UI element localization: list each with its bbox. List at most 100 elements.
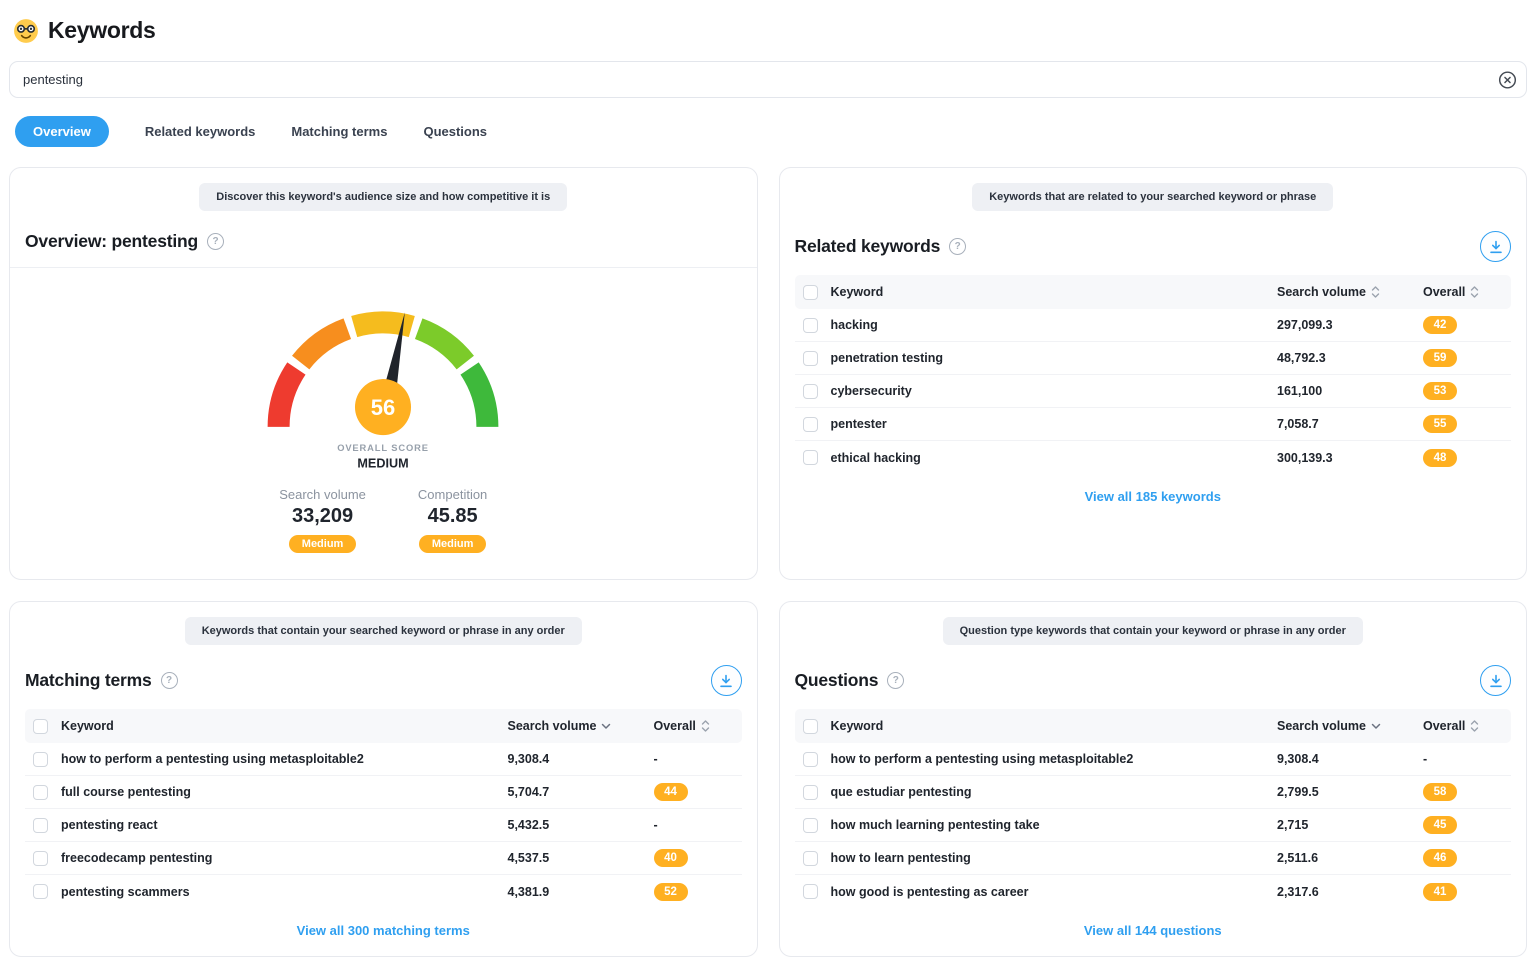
search-volume-cell: 2,511.6 <box>1277 851 1423 865</box>
column-search-volume-sort[interactable]: Search volume <box>508 719 654 733</box>
nerd-face-emoji <box>13 18 39 44</box>
table-row: how to perform a pentesting using metasp… <box>795 743 1512 776</box>
overview-metrics: Search volume 33,209 Medium Competition … <box>25 477 742 569</box>
chevron-down-icon <box>1371 723 1381 730</box>
keyword-cell: full course pentesting <box>61 785 508 799</box>
metric-value: 45.85 <box>418 505 487 528</box>
keyword-cell: how much learning pentesting take <box>831 818 1278 832</box>
select-all-checkbox[interactable] <box>803 719 818 734</box>
keyword-cell: ethical hacking <box>831 451 1278 465</box>
gauge-level: MEDIUM <box>358 457 409 471</box>
overall-score-badge: 55 <box>1423 415 1457 433</box>
tab-questions[interactable]: Questions <box>423 116 487 147</box>
row-checkbox[interactable] <box>33 818 48 833</box>
table-row: pentesting react 5,432.5 - <box>25 809 742 842</box>
matching-terms-card: Keywords that contain your searched keyw… <box>9 601 758 957</box>
row-checkbox[interactable] <box>33 785 48 800</box>
page-title: Keywords <box>48 17 156 44</box>
column-overall-sort[interactable]: Overall <box>1423 719 1511 733</box>
gauge-score-value: 56 <box>371 395 395 420</box>
tabs: Overview Related keywords Matching terms… <box>9 114 1527 167</box>
row-checkbox[interactable] <box>803 851 818 866</box>
tab-overview[interactable]: Overview <box>15 116 109 147</box>
column-overall-sort[interactable]: Overall <box>654 719 742 733</box>
view-all-questions-link[interactable]: View all 144 questions <box>795 908 1512 946</box>
clear-search-icon[interactable] <box>1498 70 1517 89</box>
keyword-cell: pentester <box>831 417 1278 431</box>
sort-up-down-icon <box>1470 719 1479 733</box>
overall-score-badge: 58 <box>1423 783 1457 801</box>
search-input[interactable] <box>9 61 1527 98</box>
search-volume-cell: 9,308.4 <box>1277 752 1423 766</box>
table-row: how much learning pentesting take 2,715 … <box>795 809 1512 842</box>
questions-table: Keyword Search volume Overall how to per… <box>795 709 1512 908</box>
view-all-keywords-link[interactable]: View all 185 keywords <box>795 474 1512 512</box>
row-checkbox[interactable] <box>803 318 818 333</box>
column-overall-sort[interactable]: Overall <box>1423 285 1511 299</box>
table-row: penetration testing 48,792.3 59 <box>795 342 1512 375</box>
select-all-checkbox[interactable] <box>33 719 48 734</box>
download-button[interactable] <box>1480 231 1511 262</box>
table-row: pentester 7,058.7 55 <box>795 408 1512 441</box>
search-volume-cell: 4,537.5 <box>508 851 654 865</box>
search-volume-cell: 297,099.3 <box>1277 318 1423 332</box>
help-icon[interactable]: ? <box>161 672 178 689</box>
tab-matching-terms[interactable]: Matching terms <box>291 116 387 147</box>
select-all-checkbox[interactable] <box>803 285 818 300</box>
column-label: Keyword <box>831 719 884 733</box>
tab-related-keywords[interactable]: Related keywords <box>145 116 256 147</box>
chevron-down-icon <box>601 723 611 730</box>
download-button[interactable] <box>1480 665 1511 696</box>
column-label: Overall <box>1423 719 1465 733</box>
overview-card: Discover this keyword's audience size an… <box>9 167 758 580</box>
table-row: how to perform a pentesting using metasp… <box>25 743 742 776</box>
related-card-tooltip: Keywords that are related to your search… <box>972 183 1333 211</box>
row-checkbox[interactable] <box>803 384 818 399</box>
column-search-volume-sort[interactable]: Search volume <box>1277 285 1423 299</box>
related-keywords-card: Keywords that are related to your search… <box>779 167 1528 580</box>
table-row: que estudiar pentesting 2,799.5 58 <box>795 776 1512 809</box>
matching-card-title: Matching terms <box>25 670 152 691</box>
row-checkbox[interactable] <box>33 752 48 767</box>
column-label: Keyword <box>831 285 884 299</box>
row-checkbox[interactable] <box>803 785 818 800</box>
related-keywords-table: Keyword Search volume Overall hacking 29… <box>795 275 1512 474</box>
overall-score-badge: 40 <box>654 849 688 867</box>
row-checkbox[interactable] <box>803 417 818 432</box>
sort-up-down-icon <box>701 719 710 733</box>
help-icon[interactable]: ? <box>887 672 904 689</box>
overall-score-badge: 42 <box>1423 316 1457 334</box>
search-volume-cell: 5,432.5 <box>508 818 654 832</box>
overall-score-badge: - <box>654 752 658 766</box>
table-row: how to learn pentesting 2,511.6 46 <box>795 842 1512 875</box>
metric-level-badge: Medium <box>289 535 357 553</box>
row-checkbox[interactable] <box>803 752 818 767</box>
download-button[interactable] <box>711 665 742 696</box>
row-checkbox[interactable] <box>803 818 818 833</box>
overall-score-badge: - <box>654 818 658 832</box>
column-search-volume-sort[interactable]: Search volume <box>1277 719 1423 733</box>
search-volume-cell: 48,792.3 <box>1277 351 1423 365</box>
keyword-cell: hacking <box>831 318 1278 332</box>
help-icon[interactable]: ? <box>207 233 224 250</box>
gauge-caption: OVERALL SCORE <box>337 443 429 453</box>
gauge-segment-orange <box>301 329 348 363</box>
app-header: Keywords <box>9 0 1527 59</box>
overall-score-badge: - <box>1423 752 1427 766</box>
overall-score-badge: 59 <box>1423 349 1457 367</box>
row-checkbox[interactable] <box>803 450 818 465</box>
page: Keywords Overview Related keywords Match… <box>0 0 1536 971</box>
row-checkbox[interactable] <box>803 351 818 366</box>
sort-up-down-icon <box>1470 285 1479 299</box>
column-label: Overall <box>1423 285 1465 299</box>
download-icon <box>1489 674 1503 688</box>
view-all-matching-terms-link[interactable]: View all 300 matching terms <box>25 908 742 946</box>
keyword-cell: pentesting react <box>61 818 508 832</box>
help-icon[interactable]: ? <box>949 238 966 255</box>
overall-score-badge: 44 <box>654 783 688 801</box>
row-checkbox[interactable] <box>33 851 48 866</box>
cards-grid: Discover this keyword's audience size an… <box>9 167 1527 957</box>
gauge-segment-red <box>279 369 297 427</box>
column-keyword: Keyword <box>61 719 508 733</box>
metric-value: 33,209 <box>279 505 366 528</box>
